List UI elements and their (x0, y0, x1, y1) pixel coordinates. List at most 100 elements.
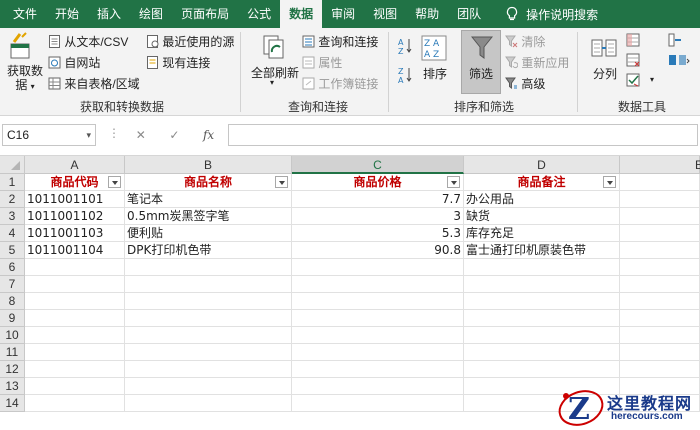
empty-cell[interactable] (25, 378, 125, 395)
column-header-c[interactable]: C (292, 156, 464, 174)
insert-function-icon[interactable]: fx (203, 128, 214, 142)
tab-file[interactable]: 文件 (0, 0, 46, 28)
table-header-cell[interactable]: 商品备注 (464, 174, 620, 191)
empty-cell[interactable] (464, 344, 620, 361)
filter-dropdown-icon[interactable] (275, 176, 288, 188)
empty-cell[interactable] (125, 344, 292, 361)
properties-button[interactable]: 属性 (302, 54, 342, 71)
row-header-2[interactable]: 2 (0, 191, 25, 208)
empty-cell[interactable] (620, 191, 700, 208)
tab-home[interactable]: 开始 (46, 0, 88, 28)
table-cell[interactable]: 1011001103 (25, 225, 125, 242)
flash-fill-icon[interactable] (626, 33, 640, 50)
select-all-corner[interactable] (0, 156, 25, 174)
table-cell[interactable]: 3 (292, 208, 464, 225)
row-header-14[interactable]: 14 (0, 395, 25, 412)
empty-cell[interactable] (620, 208, 700, 225)
empty-cell[interactable] (292, 344, 464, 361)
empty-cell[interactable] (292, 395, 464, 412)
from-web-button[interactable]: 自网站 (48, 54, 100, 71)
tell-me-search[interactable]: 操作说明搜索 (490, 0, 598, 28)
empty-cell[interactable] (464, 361, 620, 378)
table-cell[interactable]: 1011001102 (25, 208, 125, 225)
table-header-cell[interactable]: 商品名称 (125, 174, 292, 191)
table-cell[interactable]: 1011001104 (25, 242, 125, 259)
advanced-filter-button[interactable]: 高级 (505, 75, 545, 92)
empty-cell[interactable] (464, 327, 620, 344)
queries-connections-button[interactable]: 查询和连接 (302, 33, 378, 50)
empty-cell[interactable] (125, 259, 292, 276)
filter-dropdown-icon[interactable] (108, 176, 121, 188)
row-header-13[interactable]: 13 (0, 378, 25, 395)
empty-cell[interactable] (292, 361, 464, 378)
remove-duplicates-icon[interactable] (626, 53, 640, 70)
chevron-down-icon[interactable]: ▾ (86, 125, 91, 145)
column-header-a[interactable]: A (25, 156, 125, 174)
empty-cell[interactable] (25, 361, 125, 378)
empty-cell[interactable] (620, 225, 700, 242)
edit-links-button[interactable]: 工作簿链接 (302, 75, 378, 92)
filter-dropdown-icon[interactable] (447, 176, 460, 188)
empty-cell[interactable] (125, 310, 292, 327)
formula-input[interactable] (228, 124, 698, 146)
filter-button[interactable]: 筛选 (461, 30, 501, 94)
tab-help[interactable]: 帮助 (406, 0, 448, 28)
tab-view[interactable]: 视图 (364, 0, 406, 28)
relationships-icon[interactable] (668, 53, 690, 70)
empty-cell[interactable] (25, 293, 125, 310)
table-cell[interactable]: 90.8 (292, 242, 464, 259)
empty-cell[interactable] (620, 344, 700, 361)
empty-cell[interactable] (25, 395, 125, 412)
empty-cell[interactable] (125, 378, 292, 395)
empty-cell[interactable] (620, 293, 700, 310)
row-header-9[interactable]: 9 (0, 310, 25, 327)
consolidate-icon[interactable] (668, 33, 682, 50)
table-header-cell[interactable]: 商品代码 (25, 174, 125, 191)
clear-filter-button[interactable]: 清除 (505, 33, 545, 50)
tab-team[interactable]: 团队 (448, 0, 490, 28)
text-to-columns-button[interactable]: 分列 (593, 65, 617, 82)
table-cell[interactable]: 0.5mm炭黑签字笔 (125, 208, 292, 225)
table-cell[interactable]: 富士通打印机原装色带 (464, 242, 620, 259)
row-header-11[interactable]: 11 (0, 344, 25, 361)
tab-review[interactable]: 审阅 (322, 0, 364, 28)
row-header-8[interactable]: 8 (0, 293, 25, 310)
empty-cell[interactable] (25, 344, 125, 361)
empty-cell[interactable] (25, 310, 125, 327)
empty-cell[interactable] (620, 259, 700, 276)
empty-cell[interactable] (292, 259, 464, 276)
table-cell[interactable]: 1011001101 (25, 191, 125, 208)
row-header-5[interactable]: 5 (0, 242, 25, 259)
empty-cell[interactable] (292, 276, 464, 293)
reapply-button[interactable]: 重新应用 (505, 54, 569, 71)
sort-descending-icon[interactable]: ZA (398, 66, 412, 87)
empty-cell[interactable] (25, 327, 125, 344)
row-header-1[interactable]: 1 (0, 174, 25, 191)
tab-draw[interactable]: 绘图 (130, 0, 172, 28)
row-header-4[interactable]: 4 (0, 225, 25, 242)
table-cell[interactable]: 便利贴 (125, 225, 292, 242)
empty-cell[interactable] (25, 259, 125, 276)
column-header-b[interactable]: B (125, 156, 292, 174)
from-table-button[interactable]: 来自表格/区域 (48, 75, 140, 92)
existing-connections-button[interactable]: 现有连接 (146, 54, 210, 71)
table-cell[interactable]: 7.7 (292, 191, 464, 208)
empty-cell[interactable] (464, 310, 620, 327)
empty-cell[interactable] (620, 327, 700, 344)
table-cell[interactable]: 缺货 (464, 208, 620, 225)
column-header-e[interactable]: E (620, 156, 700, 174)
empty-cell[interactable] (125, 395, 292, 412)
empty-cell[interactable] (125, 327, 292, 344)
sort-ascending-icon[interactable]: AZ (398, 37, 412, 58)
empty-cell[interactable] (620, 174, 700, 191)
empty-cell[interactable] (292, 378, 464, 395)
row-header-6[interactable]: 6 (0, 259, 25, 276)
empty-cell[interactable] (125, 276, 292, 293)
row-header-10[interactable]: 10 (0, 327, 25, 344)
name-box[interactable]: C16 ▾ (2, 124, 96, 146)
row-header-12[interactable]: 12 (0, 361, 25, 378)
empty-cell[interactable] (464, 259, 620, 276)
recent-sources-button[interactable]: 最近使用的源 (146, 33, 234, 50)
filter-dropdown-icon[interactable] (603, 176, 616, 188)
tab-data[interactable]: 数据 (280, 0, 323, 28)
